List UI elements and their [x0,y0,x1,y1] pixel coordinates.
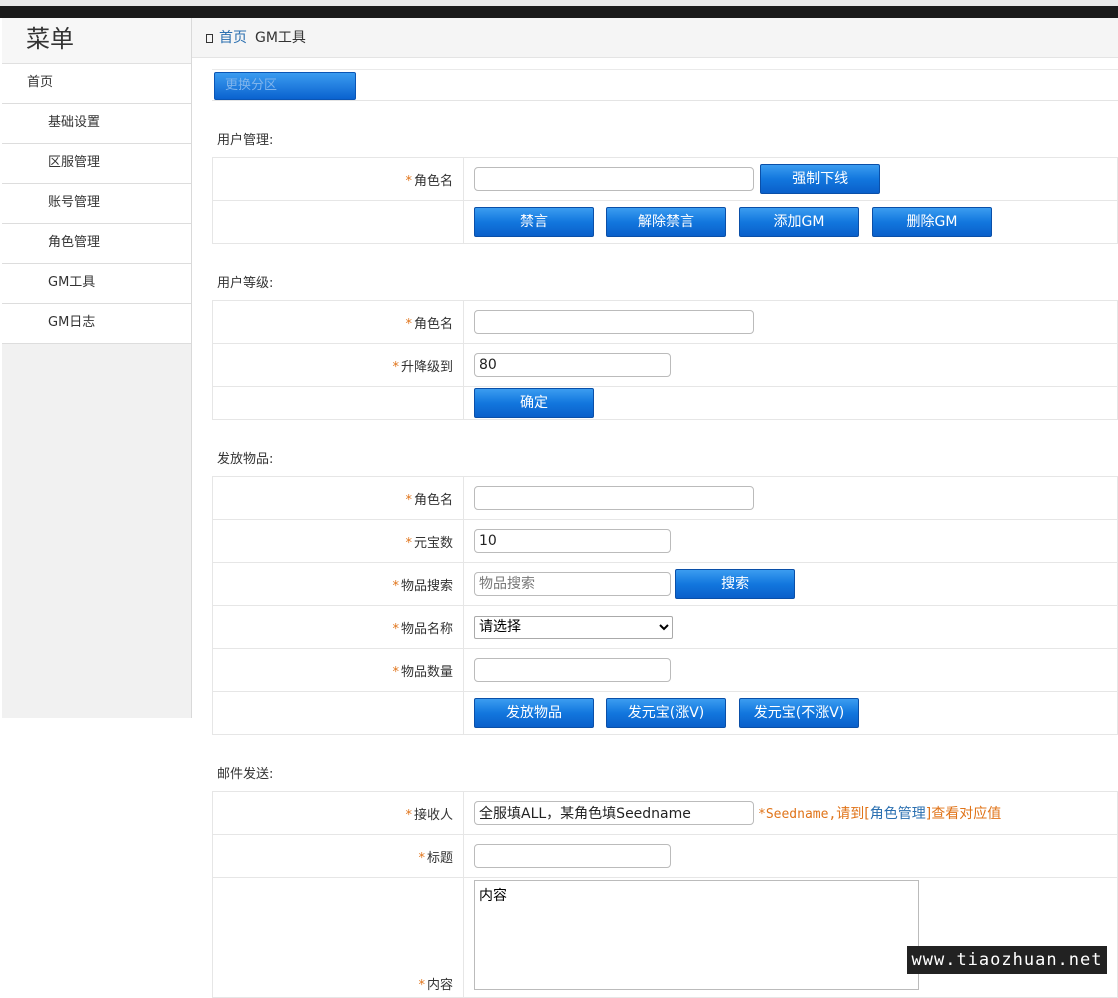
user-level-form: *角色名 *升降级到 确定 [212,300,1118,420]
role-mgmt-hint-link[interactable]: 角色管理 [870,806,926,822]
gold-label: * 元宝数 [212,519,464,563]
top-divider [0,0,1118,6]
section-title-user-mgmt: 用户管理: [217,133,274,148]
items-role-input[interactable] [474,486,754,510]
browser-top-bar [0,0,1118,18]
mute-button[interactable]: 禁言 [474,207,594,237]
item-search-input[interactable] [474,572,671,596]
section-title-mail: 邮件发送: [217,767,274,782]
role-name-label: * 角色名 [212,476,464,520]
send-item-button[interactable]: 发放物品 [474,698,594,728]
kick-role-input[interactable] [474,167,754,191]
item-quantity-input[interactable] [474,658,671,682]
sidebar-title: 菜单 [2,18,191,64]
main-content: 首页 GM工具 更换分区 用户管理: * 角色名 强制下线 禁言 解除禁言 添加GM 删除… [192,18,1118,998]
breadcrumb: 首页 GM工具 [192,18,1118,58]
items-form: *角色名 *元宝数 *物品搜索 搜索 *物品名称 请选择 *物品数量 [212,476,1118,735]
send-gold-vip-button[interactable]: 发元宝(涨V) [606,698,726,728]
sidebar-item-gm-log[interactable]: GM日志 [2,304,191,344]
sidebar-item-account-mgmt[interactable]: 账号管理 [2,184,191,224]
change-zone-button[interactable]: 更换分区 [214,72,356,100]
breadcrumb-home-link[interactable]: 首页 [219,30,247,46]
zone-bar: 更换分区 [212,69,1118,101]
empty-label-cell [212,691,464,735]
empty-label-cell [212,386,464,420]
send-gold-novip-button[interactable]: 发元宝(不涨V) [739,698,859,728]
content-label: * 内容 [212,877,464,998]
sidebar-item-basic-settings[interactable]: 基础设置 [2,104,191,144]
receiver-hint: *Seedname,请到[角色管理]查看对应值 [758,806,1002,822]
home-square-icon [206,34,213,43]
force-offline-button[interactable]: 强制下线 [760,164,881,194]
level-role-input[interactable] [474,310,754,334]
level-target-input[interactable] [474,353,671,377]
user-mgmt-form: * 角色名 强制下线 禁言 解除禁言 添加GM 删除GM [212,157,1118,244]
remove-gm-button[interactable]: 删除GM [872,207,992,237]
role-name-label: * 角色名 [212,157,464,201]
sidebar-item-server-mgmt[interactable]: 区服管理 [2,144,191,184]
sidebar-item-role-mgmt[interactable]: 角色管理 [2,224,191,264]
breadcrumb-current: GM工具 [255,30,306,46]
item-name-select[interactable]: 请选择 [474,615,673,639]
receiver-label: * 接收人 [212,791,464,835]
unmute-button[interactable]: 解除禁言 [606,207,726,237]
sidebar-item-gm-tools[interactable]: GM工具 [2,264,191,304]
confirm-level-button[interactable]: 确定 [474,388,594,418]
subject-label: * 标题 [212,834,464,878]
mail-receiver-input[interactable] [474,801,754,825]
mail-content-textarea[interactable]: 内容 [474,880,919,990]
section-title-items: 发放物品: [217,452,274,467]
role-name-label: * 角色名 [212,300,464,344]
watermark: www.tiaozhuan.net [907,946,1107,974]
gold-amount-input[interactable] [474,529,671,553]
level-target-label: * 升降级到 [212,343,464,387]
item-search-button[interactable]: 搜索 [675,569,796,599]
sidebar-item-home[interactable]: 首页 [2,64,191,104]
add-gm-button[interactable]: 添加GM [739,207,859,237]
section-title-user-level: 用户等级: [217,276,274,291]
item-name-label: * 物品名称 [212,605,464,649]
mail-subject-input[interactable] [474,844,671,868]
sidebar: 菜单 首页 基础设置 区服管理 账号管理 角色管理 GM工具 GM日志 [2,18,192,718]
empty-label-cell [212,200,464,244]
item-quantity-label: * 物品数量 [212,648,464,692]
item-search-label: * 物品搜索 [212,562,464,606]
